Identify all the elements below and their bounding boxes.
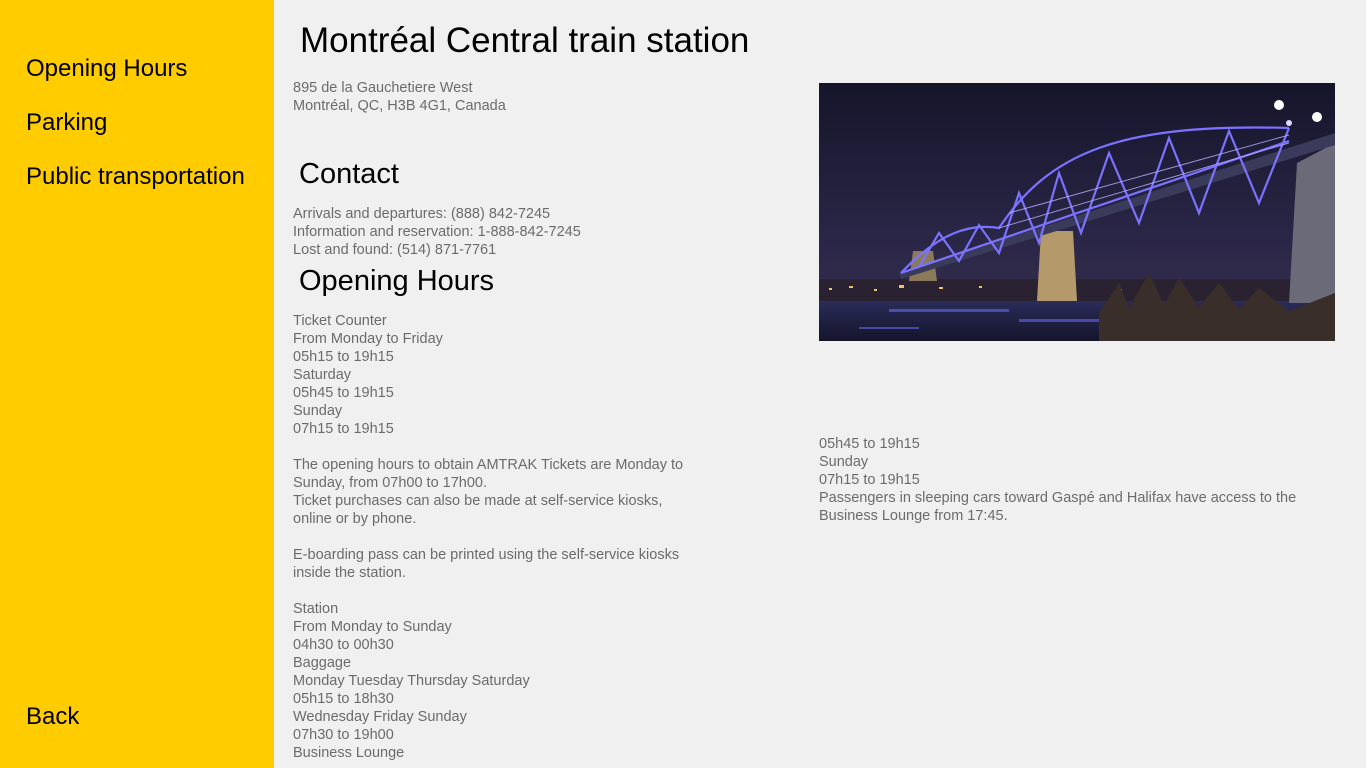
hours-line: Sunday, from 07h00 to 17h00. xyxy=(293,475,488,491)
hours-line: Station xyxy=(293,601,339,617)
address: 895 de la Gauchetiere West Montréal, QC,… xyxy=(293,79,773,115)
hours-line: 07h30 to 19h00 xyxy=(293,727,394,743)
hours-line: Ticket Counter xyxy=(293,313,387,329)
hours-line: 05h15 to 19h15 xyxy=(293,349,394,365)
nav-opening-hours[interactable]: Opening Hours xyxy=(26,55,187,83)
hours-line xyxy=(293,438,793,456)
bridge-photo-image xyxy=(819,83,1335,341)
address-line: Montréal, QC, H3B 4G1, Canada xyxy=(293,98,506,114)
hours-line: Monday Tuesday Thursday Saturday xyxy=(293,673,530,689)
hours-line: 07h15 to 19h15 xyxy=(293,421,394,437)
address-line: 895 de la Gauchetiere West xyxy=(293,80,473,96)
hours-line xyxy=(293,528,793,546)
contact-heading: Contact xyxy=(299,158,399,190)
nav-public-transportation[interactable]: Public transportation xyxy=(26,163,245,191)
hours-line: inside the station. xyxy=(293,565,406,581)
contact-block: Arrivals and departures: (888) 842-7245 … xyxy=(293,205,773,259)
page-title: Montréal Central train station xyxy=(300,21,750,60)
hours-line: Ticket purchases can also be made at sel… xyxy=(293,493,663,509)
hours-line: 05h45 to 19h15 xyxy=(293,385,394,401)
hours-line: Sunday xyxy=(293,403,343,419)
back-button[interactable]: Back xyxy=(26,703,79,731)
contact-line: Lost and found: (514) 871-7761 xyxy=(293,242,497,258)
hours-line: Business Lounge from 17:45. xyxy=(819,508,1008,524)
hours-line: 05h15 to 18h30 xyxy=(293,691,394,707)
station-photo xyxy=(819,83,1335,341)
hours-line: Passengers in sleeping cars toward Gaspé… xyxy=(819,490,1297,506)
opening-hours-heading: Opening Hours xyxy=(299,265,495,297)
hours-line: Wednesday Friday Sunday xyxy=(293,709,467,725)
hours-line: online or by phone. xyxy=(293,511,417,527)
sidebar: Opening Hours Parking Public transportat… xyxy=(0,0,274,768)
contact-line: Arrivals and departures: (888) 842-7245 xyxy=(293,206,551,222)
opening-hours-block: Ticket Counter From Monday to Friday 05h… xyxy=(293,312,793,762)
hours-line: Baggage xyxy=(293,655,352,671)
nav-parking[interactable]: Parking xyxy=(26,109,107,137)
hours-line: Saturday xyxy=(293,367,352,383)
hours-line: Business Lounge xyxy=(293,745,405,761)
hours-line: From Monday to Friday xyxy=(293,331,443,347)
hours-line: 05h45 to 19h15 xyxy=(819,436,920,452)
opening-hours-continued: 05h45 to 19h15 Sunday 07h15 to 19h15 Pas… xyxy=(819,435,1359,525)
hours-line: The opening hours to obtain AMTRAK Ticke… xyxy=(293,457,684,473)
hours-line: 07h15 to 19h15 xyxy=(819,472,920,488)
hours-line: 04h30 to 00h30 xyxy=(293,637,394,653)
contact-line: Information and reservation: 1-888-842-7… xyxy=(293,224,581,240)
hours-line: From Monday to Sunday xyxy=(293,619,452,635)
hours-line: E-boarding pass can be printed using the… xyxy=(293,547,680,563)
hours-line: Sunday xyxy=(819,454,869,470)
hours-line xyxy=(293,582,793,600)
